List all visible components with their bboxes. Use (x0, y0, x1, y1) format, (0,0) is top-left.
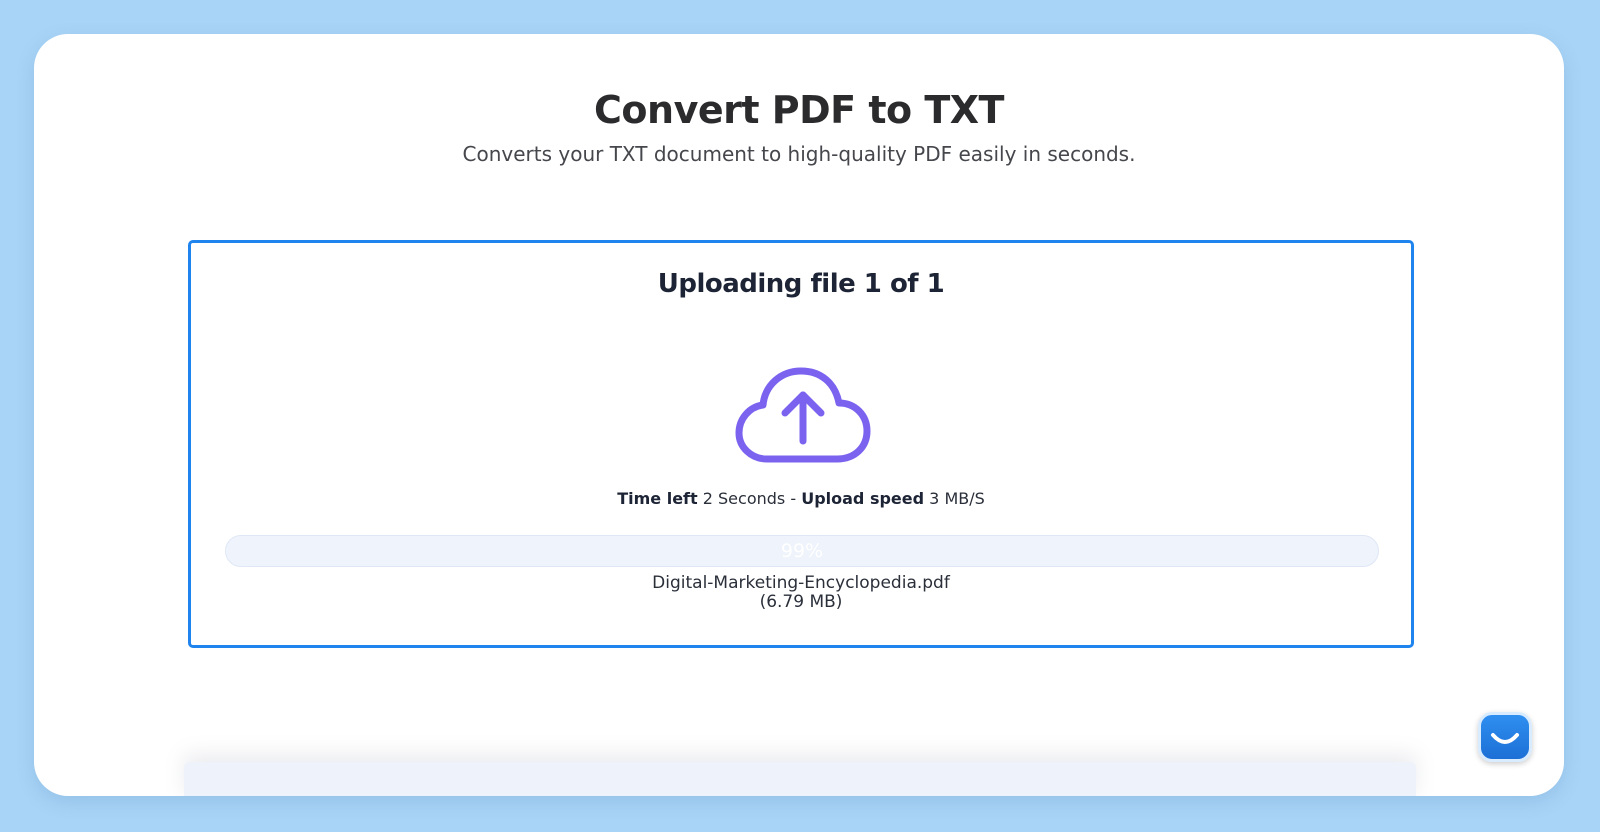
main-card: Convert PDF to TXT Converts your TXT doc… (34, 34, 1564, 796)
page-title: Convert PDF to TXT (594, 88, 1004, 132)
file-info: Digital-Marketing-Encyclopedia.pdf (6.79… (191, 574, 1411, 612)
file-size: (6.79 MB) (759, 592, 843, 612)
upload-panel: Uploading file 1 of 1 Time left 2 Second… (188, 240, 1414, 648)
file-name: Digital-Marketing-Encyclopedia.pdf (652, 573, 950, 593)
time-left-value: 2 Seconds (702, 489, 786, 508)
bottom-section (184, 762, 1416, 796)
upload-heading: Uploading file 1 of 1 (657, 269, 945, 299)
progress-label: 99% (780, 540, 824, 562)
cloud-upload-icon (735, 367, 871, 463)
stats-separator: - (790, 489, 797, 508)
upload-speed-label: Upload speed (801, 489, 925, 508)
upload-speed-value: 3 MB/S (929, 489, 985, 508)
chat-smile-icon (1491, 733, 1519, 744)
upload-stats: Time left 2 Seconds - Upload speed 3 MB/… (191, 489, 1411, 508)
time-left-label: Time left (617, 489, 698, 508)
upload-progress-bar: 99% (225, 535, 1379, 567)
page-subtitle: Converts your TXT document to high-quali… (462, 142, 1136, 166)
chat-widget-button[interactable] (1478, 712, 1532, 762)
